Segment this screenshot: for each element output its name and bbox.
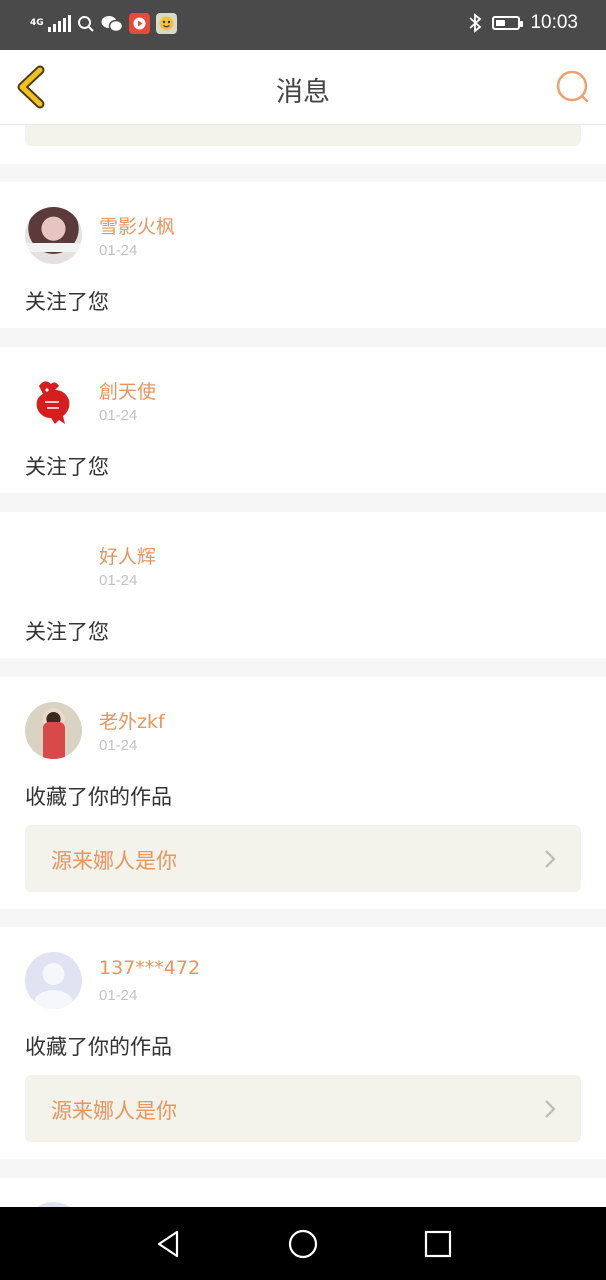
search-icon xyxy=(78,15,94,32)
username[interactable]: 好人辉 xyxy=(99,542,156,569)
back-triangle-icon[interactable] xyxy=(151,1227,185,1261)
avatar[interactable] xyxy=(25,207,82,264)
home-circle-icon[interactable] xyxy=(286,1227,320,1261)
page-title: 消息 xyxy=(276,77,330,108)
search-icon xyxy=(556,70,589,103)
clock: 10:03 xyxy=(530,12,578,33)
list-item[interactable] xyxy=(0,1178,606,1207)
list-item[interactable]: 老外zkf 01-24 收藏了你的作品 源来娜人是你 xyxy=(0,677,606,909)
username[interactable]: 雪影火枫 xyxy=(99,212,175,239)
rooster-papercut-icon xyxy=(36,381,70,424)
status-right: 10:03 xyxy=(468,12,578,34)
avatar[interactable] xyxy=(25,537,82,594)
recents-square-icon[interactable] xyxy=(421,1227,455,1261)
work-link-partial[interactable] xyxy=(25,125,581,146)
system-nav-bar xyxy=(0,1207,606,1280)
chevron-right-icon xyxy=(545,850,556,868)
work-title[interactable]: 源来娜人是你 xyxy=(51,1095,177,1125)
wechat-icon xyxy=(101,15,123,32)
list-item[interactable]: 創天使 01-24 关注了您 xyxy=(0,347,606,493)
work-link[interactable]: 源来娜人是你 xyxy=(25,825,581,892)
date: 01-24 xyxy=(99,572,138,589)
list-item[interactable] xyxy=(0,125,606,164)
avatar[interactable] xyxy=(25,372,82,429)
list-item[interactable]: 好人辉 01-24 关注了您 xyxy=(0,512,606,658)
action-text: 收藏了你的作品 xyxy=(25,1035,172,1059)
battery-icon xyxy=(492,16,524,30)
username[interactable]: 創天使 xyxy=(99,377,156,404)
avatar[interactable] xyxy=(25,952,82,1009)
date: 01-24 xyxy=(99,737,138,754)
network-type: 4G xyxy=(30,18,44,28)
status-left: 4G xyxy=(30,13,177,34)
status-bar: 4G 10:03 xyxy=(0,0,606,50)
work-title[interactable]: 源来娜人是你 xyxy=(51,845,177,875)
bluetooth-icon xyxy=(469,13,482,33)
default-user-icon xyxy=(33,963,74,1009)
list-item[interactable]: 137***472 01-24 收藏了你的作品 源来娜人是你 xyxy=(0,927,606,1159)
chevron-right-icon xyxy=(545,1100,556,1118)
video-app-icon xyxy=(129,13,150,34)
username[interactable]: 老外zkf xyxy=(99,707,165,734)
action-text: 关注了您 xyxy=(25,290,109,314)
work-link[interactable]: 源来娜人是你 xyxy=(25,1075,581,1142)
action-text: 收藏了你的作品 xyxy=(25,785,172,809)
signal-icon xyxy=(48,14,71,32)
avatar[interactable] xyxy=(25,702,82,759)
search-button[interactable] xyxy=(554,68,592,106)
message-list[interactable]: 雪影火枫 01-24 关注了您 創天使 01-24 关注了您 好人辉 01-24… xyxy=(0,125,606,1207)
list-item[interactable]: 雪影火枫 01-24 关注了您 xyxy=(0,182,606,328)
action-text: 关注了您 xyxy=(25,455,109,479)
date: 01-24 xyxy=(99,407,138,424)
date: 01-24 xyxy=(99,242,138,259)
face-app-icon xyxy=(156,13,177,34)
action-text: 关注了您 xyxy=(25,620,109,644)
username[interactable]: 137***472 xyxy=(99,957,200,979)
app-header: 消息 xyxy=(0,50,606,125)
date: 01-24 xyxy=(99,987,138,1004)
